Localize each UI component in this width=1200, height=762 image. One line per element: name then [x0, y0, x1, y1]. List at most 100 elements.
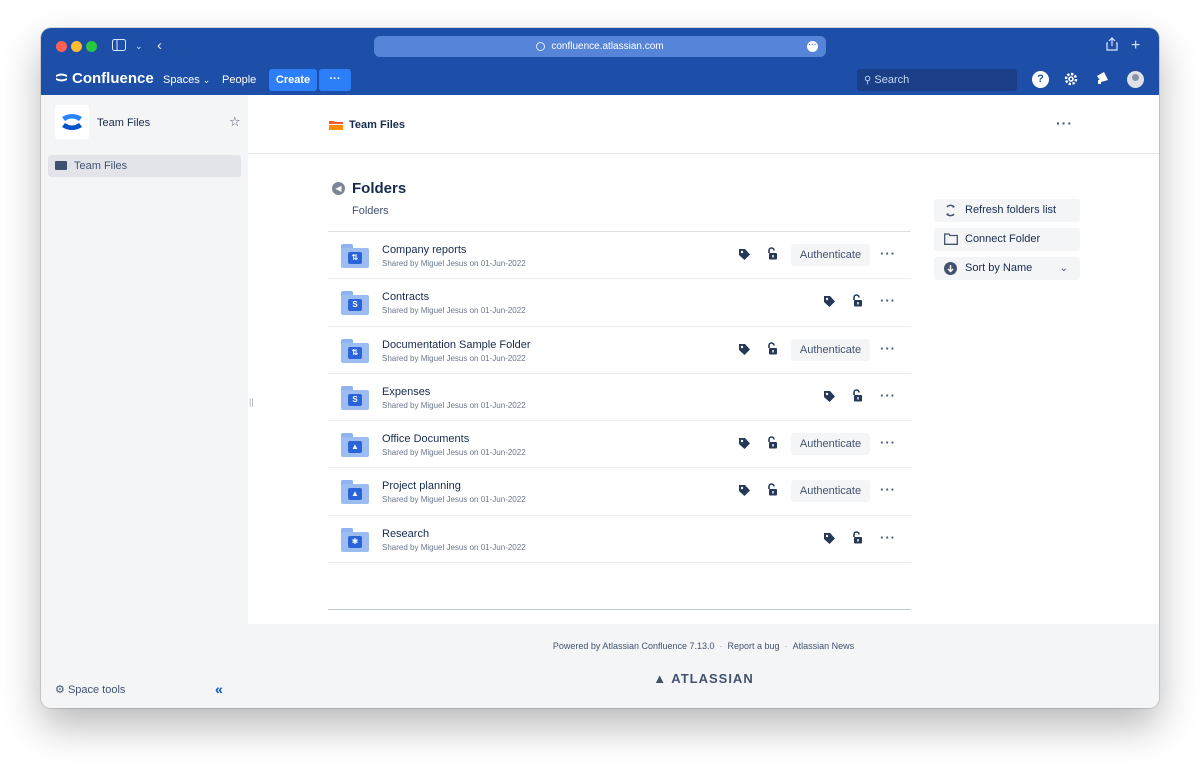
- breadcrumb[interactable]: Folders: [352, 205, 389, 217]
- unlock-icon[interactable]: [851, 389, 863, 402]
- share-icon[interactable]: [1106, 37, 1118, 55]
- folder-icon: [55, 161, 67, 170]
- tag-icon[interactable]: [739, 438, 750, 450]
- list-divider: [328, 609, 911, 610]
- powered-by-link[interactable]: Powered by Atlassian Confluence 7.13.0: [553, 641, 715, 651]
- authenticate-button[interactable]: Authenticate: [791, 433, 870, 456]
- url-bar[interactable]: confluence.atlassian.com ···: [374, 36, 826, 57]
- folder-row[interactable]: ▲ Office Documents Shared by Miguel Jesu…: [328, 421, 911, 469]
- create-button[interactable]: Create: [269, 69, 317, 91]
- refresh-folders-button[interactable]: Refresh folders list: [934, 199, 1080, 222]
- tag-icon[interactable]: [824, 390, 835, 402]
- unlock-icon[interactable]: [766, 483, 778, 496]
- zoom-window-button[interactable]: [86, 41, 97, 52]
- folder-meta: Shared by Miguel Jesus on 01-Jun-2022: [382, 306, 526, 316]
- user-avatar-icon[interactable]: [1127, 71, 1144, 88]
- sidebar-resize-handle[interactable]: ||: [249, 397, 254, 407]
- team-files-icon: [329, 121, 343, 130]
- row-more-actions-icon[interactable]: ···: [880, 388, 896, 403]
- people-link[interactable]: People: [222, 74, 256, 86]
- folder-outline-icon: [944, 233, 958, 245]
- atlassian-news-link[interactable]: Atlassian News: [793, 641, 855, 651]
- minimize-window-button[interactable]: [71, 41, 82, 52]
- atlassian-logo[interactable]: ▲ ATLASSIAN: [248, 671, 1159, 686]
- folder-name[interactable]: Company reports: [382, 244, 466, 256]
- unlock-icon[interactable]: [766, 436, 778, 449]
- folder-name[interactable]: Project planning: [382, 480, 461, 492]
- folder-icon: S: [341, 385, 369, 410]
- more-actions-icon[interactable]: ···: [1056, 115, 1073, 131]
- search-input[interactable]: ⚲ Search: [857, 69, 1017, 91]
- folder-row[interactable]: S Contracts Shared by Miguel Jesus on 01…: [328, 279, 911, 327]
- globe-icon: [536, 42, 546, 51]
- tag-icon[interactable]: [824, 296, 835, 308]
- page-title: Team Files: [349, 119, 406, 131]
- row-more-actions-icon[interactable]: ···: [880, 435, 896, 450]
- row-more-actions-icon[interactable]: ···: [880, 482, 896, 497]
- gear-icon: ⚙: [55, 684, 65, 696]
- sort-dropdown[interactable]: Sort by Name ⌄: [934, 257, 1080, 280]
- folder-icon: ✱: [341, 527, 369, 552]
- create-more-button[interactable]: ···: [319, 69, 351, 91]
- tag-icon[interactable]: [739, 485, 750, 497]
- folder-row[interactable]: ▲ Project planning Shared by Miguel Jesu…: [328, 468, 911, 516]
- folder-name[interactable]: Contracts: [382, 291, 429, 303]
- chevron-down-icon[interactable]: ⌄: [135, 37, 143, 55]
- brand-name: Confluence: [72, 70, 154, 87]
- gear-icon[interactable]: [1062, 71, 1079, 88]
- space-name[interactable]: Team Files: [97, 117, 150, 129]
- footer: Powered by Atlassian Confluence 7.13.0 · R…: [248, 624, 1159, 708]
- row-more-actions-icon[interactable]: ···: [880, 293, 896, 308]
- google-drive-icon: ▲: [348, 441, 362, 454]
- tag-icon[interactable]: [739, 343, 750, 355]
- section-title: Folders: [352, 180, 407, 197]
- page-menu-icon[interactable]: ···: [807, 41, 818, 52]
- tag-icon[interactable]: [739, 249, 750, 260]
- unlock-icon[interactable]: [851, 294, 863, 307]
- authenticate-button[interactable]: Authenticate: [791, 338, 870, 361]
- sidebar-toggle-icon[interactable]: [112, 37, 126, 55]
- unlock-icon[interactable]: [851, 531, 863, 544]
- report-bug-link[interactable]: Report a bug: [728, 641, 780, 651]
- back-arrow-icon[interactable]: ‹: [157, 37, 162, 55]
- folder-name[interactable]: Research: [382, 528, 429, 540]
- folder-row[interactable]: ⇅ Company reports Shared by Miguel Jesus…: [328, 232, 911, 280]
- atlassian-wordmark: ATLASSIAN: [671, 671, 754, 686]
- folder-meta: Shared by Miguel Jesus on 01-Jun-2022: [382, 353, 526, 363]
- folder-icon: ⇅: [341, 244, 369, 268]
- confluence-logo[interactable]: Confluence: [55, 70, 154, 87]
- connect-folder-button[interactable]: Connect Folder: [934, 228, 1080, 251]
- unlock-icon[interactable]: [766, 247, 778, 260]
- refresh-icon: [946, 204, 955, 217]
- space-tools-button[interactable]: ⚙ Space tools: [55, 683, 125, 696]
- folder-name[interactable]: Office Documents: [382, 433, 469, 445]
- close-window-button[interactable]: [56, 41, 67, 52]
- authenticate-button[interactable]: Authenticate: [791, 244, 870, 266]
- back-icon[interactable]: ◀: [332, 182, 345, 195]
- row-more-actions-icon[interactable]: ···: [880, 341, 896, 356]
- folder-name[interactable]: Expenses: [382, 386, 430, 398]
- new-tab-icon[interactable]: +: [1131, 37, 1140, 55]
- folder-row[interactable]: ✱ Research Shared by Miguel Jesus on 01-…: [328, 516, 911, 564]
- footer-links: Powered by Atlassian Confluence 7.13.0 · R…: [248, 641, 1159, 651]
- folder-name[interactable]: Documentation Sample Folder: [382, 339, 531, 351]
- folder-row[interactable]: S Expenses Shared by Miguel Jesus on 01-…: [328, 374, 911, 422]
- unlock-icon[interactable]: [766, 341, 778, 355]
- spaces-menu[interactable]: Spaces ⌄: [163, 74, 210, 86]
- confluence-space-icon: [62, 114, 82, 130]
- tag-icon[interactable]: [824, 532, 835, 544]
- folder-row[interactable]: ⇅ Documentation Sample Folder Shared by …: [328, 327, 911, 374]
- star-icon[interactable]: ☆: [229, 114, 241, 130]
- row-more-actions-icon[interactable]: ···: [880, 246, 896, 261]
- help-icon[interactable]: ?: [1032, 71, 1049, 88]
- space-logo[interactable]: [55, 105, 89, 139]
- sidebar-item-team-files[interactable]: Team Files: [48, 155, 241, 177]
- notifications-megaphone-icon[interactable]: [1094, 71, 1111, 88]
- authenticate-button[interactable]: Authenticate: [791, 480, 870, 503]
- box-icon: ✱: [348, 535, 362, 548]
- url-text: confluence.atlassian.com: [551, 41, 664, 52]
- separator: ·: [784, 641, 788, 651]
- row-more-actions-icon[interactable]: ···: [880, 530, 896, 545]
- space-sidebar: Team Files ☆ Team Files ⚙ Space tools «: [41, 95, 248, 708]
- collapse-sidebar-button[interactable]: «: [215, 681, 223, 697]
